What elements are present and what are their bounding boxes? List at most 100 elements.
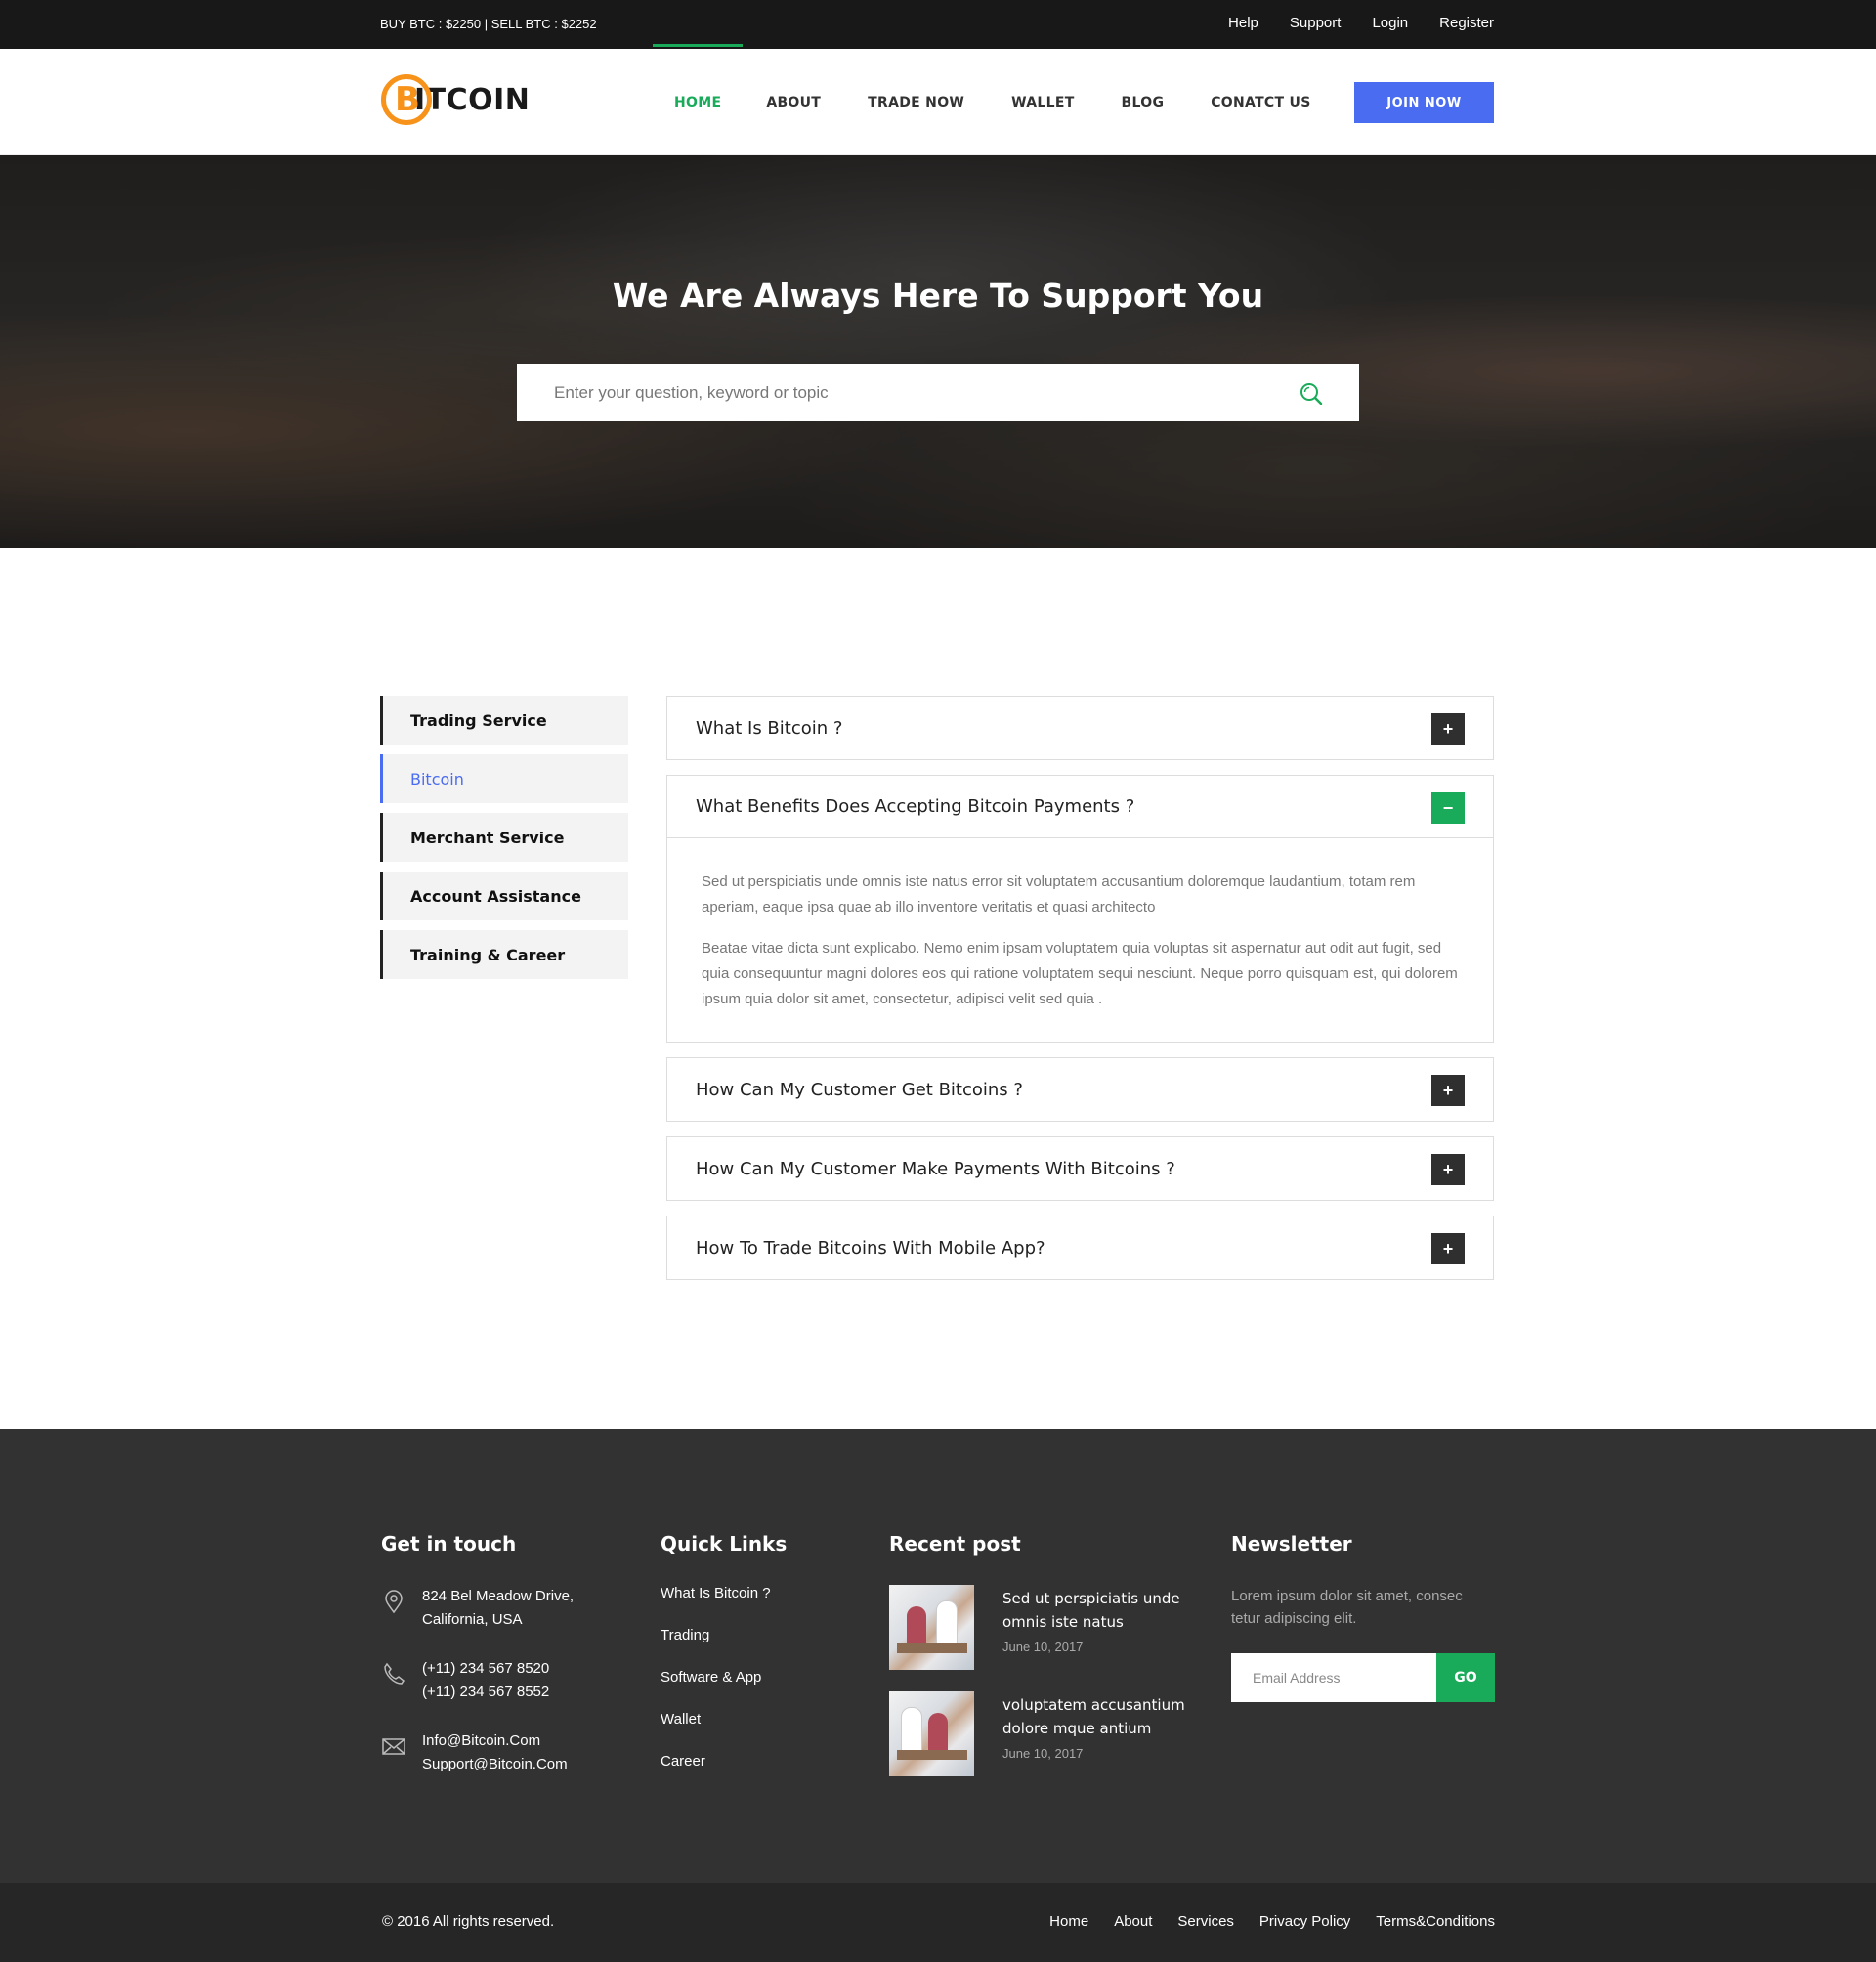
nav-about[interactable]: ABOUT <box>764 95 823 110</box>
top-link-login[interactable]: Login <box>1372 15 1408 31</box>
faq-item: How To Trade Bitcoins With Mobile App? + <box>666 1216 1494 1280</box>
nav-blog[interactable]: BLOG <box>1120 95 1167 110</box>
quick-link-wallet[interactable]: Wallet <box>661 1711 787 1727</box>
address-line: California, USA <box>422 1611 523 1628</box>
top-links: Help Support Login Register <box>1197 15 1494 31</box>
quick-links-title: Quick Links <box>661 1532 788 1556</box>
faq-item: How Can My Customer Get Bitcoins ? + <box>666 1057 1494 1122</box>
hero-banner: We Are Always Here To Support You <box>0 155 1876 548</box>
newsletter-form: GO <box>1231 1653 1495 1702</box>
post-date: June 10, 2017 <box>1002 1746 1084 1761</box>
main-nav: HOME ABOUT TRADE NOW WALLET BLOG CONATCT… <box>653 43 1356 155</box>
site-header: B ITCOIN HOME ABOUT TRADE NOW WALLET BLO… <box>0 43 1876 155</box>
support-search <box>517 364 1359 421</box>
email-address[interactable]: Support@Bitcoin.Com <box>422 1753 574 1776</box>
faq-question-text: How Can My Customer Make Payments With B… <box>696 1158 1175 1179</box>
hero-overlay <box>0 155 1876 548</box>
bottom-bar: © 2016 All rights reserved. Home About S… <box>0 1883 1876 1962</box>
faq-answer-paragraph: Sed ut perspiciatis unde omnis iste natu… <box>702 874 1416 916</box>
bitcoin-logo-icon: B <box>381 74 432 125</box>
faq-question-text: How Can My Customer Get Bitcoins ? <box>696 1079 1023 1100</box>
search-input[interactable] <box>517 364 1259 421</box>
sidebar-item-merchant-service[interactable]: Merchant Service <box>380 813 628 862</box>
sidebar-item-bitcoin[interactable]: Bitcoin <box>380 754 628 803</box>
post-title[interactable]: Sed ut perspiciatis unde omnis iste natu… <box>1002 1587 1188 1634</box>
bottom-links: Home About Services Privacy Policy Terms… <box>1024 1913 1495 1930</box>
address-line: 824 Bel Meadow Drive, <box>422 1588 575 1604</box>
faq-question[interactable]: How Can My Customer Make Payments With B… <box>667 1137 1493 1200</box>
phone-number[interactable]: (+11) 234 567 8552 <box>422 1681 574 1704</box>
footer-recent-posts: Recent post Sed ut perspiciatis unde omn… <box>889 1532 1188 1798</box>
phone-icon <box>384 1662 405 1685</box>
email-address[interactable]: Info@Bitcoin.Com <box>422 1729 574 1753</box>
top-bar: BUY BTC : $2250 | SELL BTC : $2252 Help … <box>0 0 1876 49</box>
sidebar-item-trading-service[interactable]: Trading Service <box>380 696 628 745</box>
top-link-help[interactable]: Help <box>1228 15 1258 31</box>
faq-item: What Is Bitcoin ? + <box>666 696 1494 760</box>
faq-question[interactable]: What Benefits Does Accepting Bitcoin Pay… <box>667 776 1493 838</box>
nav-wallet[interactable]: WALLET <box>1009 95 1076 110</box>
category-sidebar: Trading Service Bitcoin Merchant Service… <box>380 696 628 989</box>
expand-icon[interactable]: + <box>1431 1233 1465 1264</box>
top-link-support[interactable]: Support <box>1290 15 1342 31</box>
site-footer: Get in touch 824 Bel Meadow Drive, Calif… <box>0 1429 1876 1883</box>
collapse-icon[interactable]: − <box>1431 792 1465 824</box>
bottom-link-services[interactable]: Services <box>1177 1913 1234 1930</box>
nav-trade-now[interactable]: TRADE NOW <box>866 95 966 110</box>
sidebar-item-training-career[interactable]: Training & Career <box>380 930 628 979</box>
search-icon[interactable] <box>1299 381 1324 406</box>
bottom-link-terms[interactable]: Terms&Conditions <box>1376 1913 1495 1930</box>
subscribe-go-button[interactable]: GO <box>1436 1653 1495 1702</box>
post-thumbnail[interactable] <box>889 1691 974 1776</box>
hero-title: We Are Always Here To Support You <box>612 277 1264 315</box>
contact-emails: Info@Bitcoin.Com Support@Bitcoin.Com <box>381 1729 574 1776</box>
recent-post[interactable]: Sed ut perspiciatis unde omnis iste natu… <box>889 1585 1188 1670</box>
email-field[interactable] <box>1231 1653 1436 1702</box>
bottom-link-about[interactable]: About <box>1114 1913 1152 1930</box>
post-title[interactable]: voluptatem accusantium dolore mque antiu… <box>1002 1693 1188 1740</box>
post-date: June 10, 2017 <box>1002 1640 1084 1654</box>
faq-item: How Can My Customer Make Payments With B… <box>666 1136 1494 1201</box>
expand-icon[interactable]: + <box>1431 1154 1465 1185</box>
bottom-link-privacy-policy[interactable]: Privacy Policy <box>1259 1913 1350 1930</box>
newsletter-title: Newsletter <box>1231 1532 1352 1556</box>
footer-newsletter: Newsletter Lorem ipsum dolor sit amet, c… <box>1231 1532 1495 1702</box>
faq-item: What Benefits Does Accepting Bitcoin Pay… <box>666 775 1494 1043</box>
expand-icon[interactable]: + <box>1431 713 1465 745</box>
newsletter-text: Lorem ipsum dolor sit amet, consec tetur… <box>1231 1588 1463 1627</box>
nav-home[interactable]: HOME <box>653 43 744 110</box>
faq-answer-paragraph: Beatae vitae dicta sunt explicabo. Nemo … <box>702 940 1458 1007</box>
recent-post-title: Recent post <box>889 1532 1021 1556</box>
contact-address: 824 Bel Meadow Drive, California, USA <box>381 1585 574 1632</box>
logo[interactable]: B ITCOIN <box>381 74 530 125</box>
join-now-button[interactable]: JOIN NOW <box>1354 82 1494 123</box>
quick-link-software-app[interactable]: Software & App <box>661 1669 787 1685</box>
faq-question[interactable]: How Can My Customer Get Bitcoins ? + <box>667 1058 1493 1121</box>
top-link-register[interactable]: Register <box>1439 15 1494 31</box>
copyright: © 2016 All rights reserved. <box>382 1913 555 1930</box>
quick-link-career[interactable]: Career <box>661 1753 787 1770</box>
post-thumbnail[interactable] <box>889 1585 974 1670</box>
faq-question-text: What Is Bitcoin ? <box>696 717 843 739</box>
footer-contact-title: Get in touch <box>381 1532 517 1556</box>
expand-icon[interactable]: + <box>1431 1075 1465 1106</box>
faq-question[interactable]: How To Trade Bitcoins With Mobile App? + <box>667 1216 1493 1279</box>
mail-icon <box>382 1738 405 1755</box>
btc-rates: BUY BTC : $2250 | SELL BTC : $2252 <box>380 17 597 31</box>
main-content: Trading Service Bitcoin Merchant Service… <box>0 548 1876 1429</box>
bottom-link-home[interactable]: Home <box>1049 1913 1088 1930</box>
quick-link-what-is-bitcoin[interactable]: What Is Bitcoin ? <box>661 1585 787 1601</box>
quick-link-trading[interactable]: Trading <box>661 1627 787 1643</box>
nav-contact-us[interactable]: CONATCT US <box>1209 95 1312 110</box>
phone-number[interactable]: (+11) 234 567 8520 <box>422 1657 574 1681</box>
faq-question[interactable]: What Is Bitcoin ? + <box>667 697 1493 759</box>
sidebar-item-account-assistance[interactable]: Account Assistance <box>380 872 628 920</box>
location-pin-icon <box>385 1590 403 1614</box>
footer-contact: Get in touch 824 Bel Meadow Drive, Calif… <box>381 1532 574 1802</box>
faq-answer: Sed ut perspiciatis unde omnis iste natu… <box>667 838 1493 1042</box>
recent-post[interactable]: voluptatem accusantium dolore mque antiu… <box>889 1691 1188 1776</box>
faq-question-text: How To Trade Bitcoins With Mobile App? <box>696 1237 1045 1258</box>
faq-question-text: What Benefits Does Accepting Bitcoin Pay… <box>696 796 1135 817</box>
footer-quick-links: Quick Links What Is Bitcoin ? Trading So… <box>661 1532 787 1795</box>
contact-phones: (+11) 234 567 8520 (+11) 234 567 8552 <box>381 1657 574 1704</box>
